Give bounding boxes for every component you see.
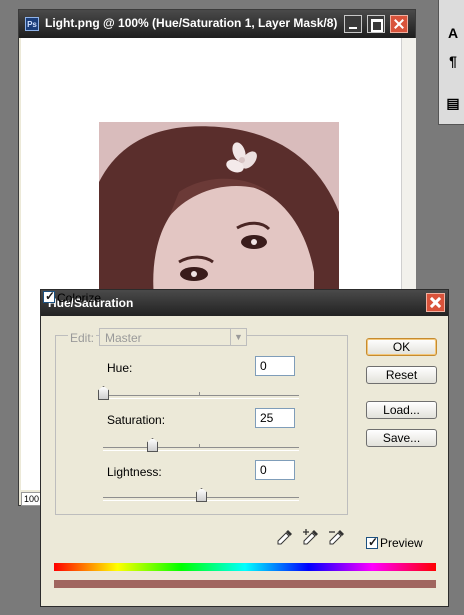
- preview-label: Preview: [380, 536, 423, 550]
- minimize-button[interactable]: [344, 15, 362, 33]
- panel-icon[interactable]: ▤: [444, 94, 462, 112]
- colorize-check-box: ✓: [43, 289, 56, 303]
- colorize-label: Colorize: [57, 291, 102, 305]
- ps-icon: Ps: [25, 17, 39, 31]
- photo-image: [99, 122, 339, 297]
- edit-select[interactable]: Master ▼: [99, 328, 247, 346]
- hue-slider-center-tick: [199, 392, 200, 396]
- edit-select-value: Master: [105, 331, 142, 345]
- eyedropper-plus-icon[interactable]: [302, 528, 320, 546]
- hue-slider[interactable]: [98, 386, 299, 400]
- edit-label: Edit:: [68, 331, 97, 345]
- saturation-label: Saturation:: [107, 413, 166, 427]
- ok-button[interactable]: OK: [366, 338, 437, 356]
- hue-saturation-dialog: Hue/Saturation Edit: Master ▼ Hue: 0 Sat…: [40, 289, 449, 607]
- lightness-label: Lightness:: [107, 465, 162, 479]
- chevron-down-icon: ▼: [230, 329, 246, 345]
- hue-input[interactable]: 0: [255, 356, 295, 376]
- paragraph-icon[interactable]: ¶: [444, 52, 462, 70]
- photo-portrait-graphic: [99, 122, 339, 297]
- eyedropper-minus-icon[interactable]: [328, 528, 346, 546]
- document-titlebar[interactable]: Ps Light.png @ 100% (Hue/Saturation 1, L…: [19, 10, 415, 38]
- maximize-button[interactable]: [367, 15, 385, 33]
- save-button[interactable]: Save...: [366, 429, 437, 447]
- saturation-input[interactable]: 25: [255, 408, 295, 428]
- eyedropper-icon[interactable]: [276, 528, 294, 546]
- document-title: Light.png @ 100% (Hue/Saturation 1, Laye…: [45, 16, 338, 30]
- lightness-slider[interactable]: [103, 488, 299, 502]
- preview-checkbox[interactable]: ✓ Preview: [364, 535, 434, 551]
- hue-spectrum-bar: [54, 563, 436, 571]
- dialog-titlebar[interactable]: Hue/Saturation: [41, 290, 448, 316]
- saturation-slider[interactable]: [103, 438, 299, 452]
- type-tool-icon[interactable]: A: [444, 24, 462, 42]
- checkmark-icon: ✓: [368, 535, 379, 549]
- dialog-close-button[interactable]: [426, 293, 445, 312]
- close-button[interactable]: [390, 15, 408, 33]
- load-button[interactable]: Load...: [366, 401, 437, 419]
- reset-button[interactable]: Reset: [366, 366, 437, 384]
- checkmark-icon: ✓: [45, 289, 56, 303]
- saturation-slider-center-tick: [199, 444, 200, 448]
- tool-panel: A ¶ ▤: [438, 0, 464, 125]
- lightness-input[interactable]: 0: [255, 460, 295, 480]
- hue-label: Hue:: [107, 361, 133, 375]
- result-color-bar: [54, 580, 436, 588]
- preview-check-box: ✓: [366, 535, 379, 549]
